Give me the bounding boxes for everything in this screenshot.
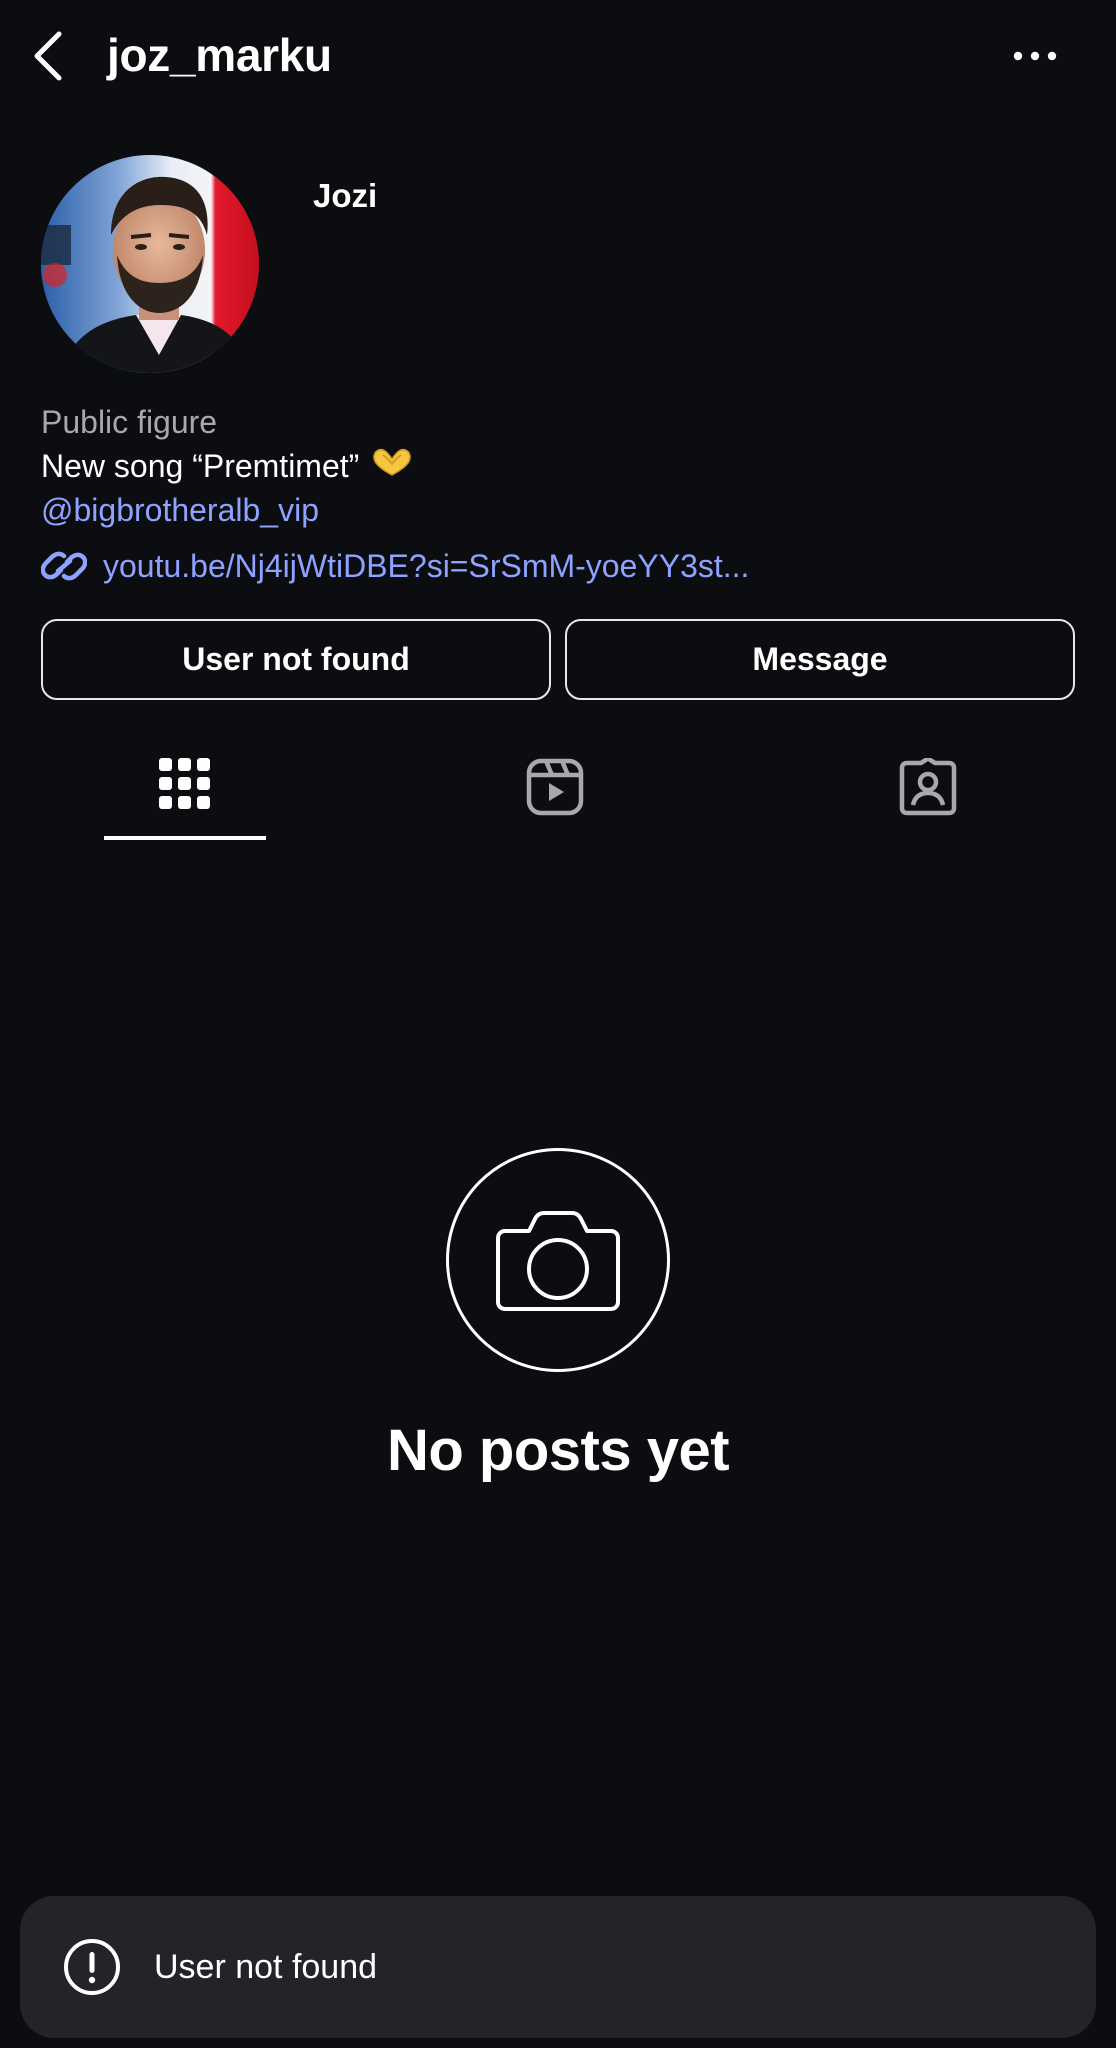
more-options-button[interactable] [1008,36,1062,76]
profile-actions: User not found Message [41,619,1075,700]
tagged-icon [899,758,957,816]
grid-icon [159,758,210,809]
profile-username: joz_marku [107,29,332,81]
profile-page: joz_marku Jozi Public figure New song “P… [0,0,1116,2048]
profile-website-row[interactable]: youtu.be/Nj4ijWtiDBE?si=SrSmM-yoeYY3st..… [41,542,1081,590]
more-horizontal-icon [1013,51,1057,61]
profile-mention-link[interactable]: @bigbrotheralb_vip [41,488,1081,532]
empty-state-camera [446,1148,670,1372]
message-button[interactable]: Message [565,619,1075,700]
toast-notification: User not found [20,1896,1096,2038]
profile-avatar[interactable] [41,155,259,373]
profile-website-link[interactable]: youtu.be/Nj4ijWtiDBE?si=SrSmM-yoeYY3st..… [103,544,749,588]
empty-state-title: No posts yet [386,1418,730,1483]
profile-display-name: Jozi [313,177,378,214]
toast-message: User not found [154,1947,378,1986]
reels-icon [526,758,584,816]
heart-hands-icon [371,444,413,488]
tab-tagged[interactable] [847,740,1009,844]
camera-icon [496,1211,620,1311]
alert-icon [62,1937,122,1997]
bio-text: New song “Premtimet” [41,448,360,484]
follow-status-button[interactable]: User not found [41,619,551,700]
active-tab-indicator [104,836,266,840]
content-tabs [0,740,1116,844]
profile-bio: Public figure New song “Premtimet” @bigb… [41,400,1081,590]
link-icon [41,551,87,581]
avatar-image [41,155,259,373]
back-button[interactable] [26,28,70,84]
tab-grid[interactable] [104,740,266,844]
profile-category: Public figure [41,404,218,440]
bio-text-row: New song “Premtimet” [41,444,1081,488]
top-bar: joz_marku [0,0,1116,115]
tab-reels[interactable] [474,740,636,844]
chevron-left-icon [34,31,62,81]
